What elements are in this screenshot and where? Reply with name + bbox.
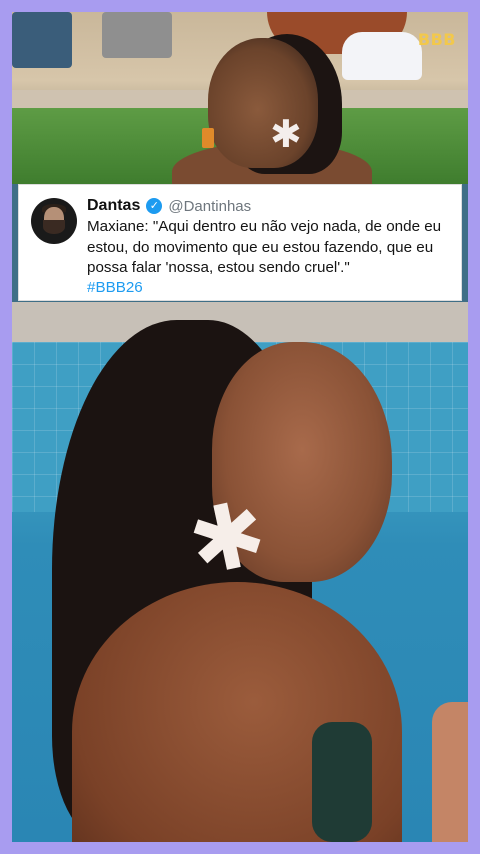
cabinet	[102, 12, 172, 58]
display-name[interactable]: Dantas	[87, 197, 140, 215]
tweet-text: Maxiane: "Aqui dentro eu não vejo nada, …	[87, 218, 442, 276]
avatar[interactable]	[31, 198, 77, 244]
video-frame[interactable]: ✱ BBB ✱	[12, 12, 468, 842]
chair	[12, 12, 72, 68]
drink-can	[202, 128, 214, 148]
top-video-scene: ✱ BBB	[12, 12, 468, 184]
other-person-arm	[432, 702, 468, 842]
hashtag-link[interactable]: #BBB26	[87, 279, 143, 296]
tweet-card[interactable]: Dantas ✓ @Dantinhas Maxiane: "Aqui dentr…	[18, 184, 462, 301]
avatar-beard	[43, 220, 65, 234]
bbb-logo: BBB	[417, 30, 456, 49]
starfish-earring-icon: ✱	[270, 114, 302, 156]
tweet-header: Dantas ✓ @Dantinhas	[87, 195, 251, 217]
user-handle[interactable]: @Dantinhas	[168, 198, 251, 215]
swimsuit-strap	[312, 722, 372, 842]
verified-badge-icon: ✓	[146, 198, 163, 214]
bottom-video-scene: ✱	[12, 302, 468, 842]
bag	[342, 32, 422, 80]
